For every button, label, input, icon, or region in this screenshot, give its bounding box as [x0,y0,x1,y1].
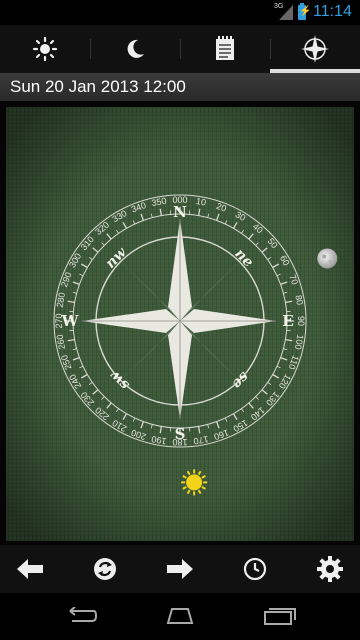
refresh-icon [94,558,116,580]
moon-crater [328,259,332,264]
compass-icon [301,35,329,63]
cardinal-west: W [61,312,80,330]
system-navigation-bar [0,593,360,640]
cardinal-south: S [175,425,186,443]
status-clock: 11:14 [313,3,352,20]
nav-back-button[interactable] [55,601,105,631]
moon-crater [322,254,327,259]
arrow-right-icon [167,559,193,579]
tab-compass[interactable] [270,25,360,73]
nav-back-icon [69,607,98,622]
bottom-toolbar [0,545,360,593]
nav-recent-apps-icon [264,608,296,625]
time-button[interactable] [233,551,277,587]
clock-icon [243,557,267,581]
refresh-button[interactable] [83,551,127,587]
datetime-label: Sun 20 Jan 2013 12:00 [0,73,360,101]
signal-icon [279,5,293,20]
cardinal-east: E [282,312,293,330]
nav-home-button[interactable] [155,601,205,631]
compass-dial: 000 10 20304050607080901001101201301401501… [0,101,360,545]
moon-position-marker [317,248,338,269]
moon-disc [317,248,338,269]
sun-icon [32,36,58,62]
tab-notes[interactable] [180,25,270,73]
cardinal-north: N [173,203,187,221]
tab-bar [0,25,360,74]
degree-label: 10 [195,196,207,208]
degree-label: 80 [293,294,305,306]
previous-button[interactable] [8,551,52,587]
moon-icon [127,39,144,58]
nav-home-icon [166,608,194,624]
sun-disc [186,474,203,491]
nav-recent-apps-button[interactable] [255,601,305,631]
settings-button[interactable] [308,551,352,587]
gear-icon [317,556,343,582]
tab-sun[interactable] [0,25,90,73]
battery-icon: ⚡ [298,3,311,20]
degree-label: 90 [296,316,306,326]
status-bar: 3G ⚡ 11:14 [0,0,360,25]
notepad-icon [216,36,234,60]
arrow-left-icon [17,559,43,579]
next-button[interactable] [158,551,202,587]
tab-moon[interactable] [90,25,180,73]
compass-canvas: 000 10 20 30 40 50 60 70 80 90 100 110 120 130 140 150 1… [0,101,360,545]
